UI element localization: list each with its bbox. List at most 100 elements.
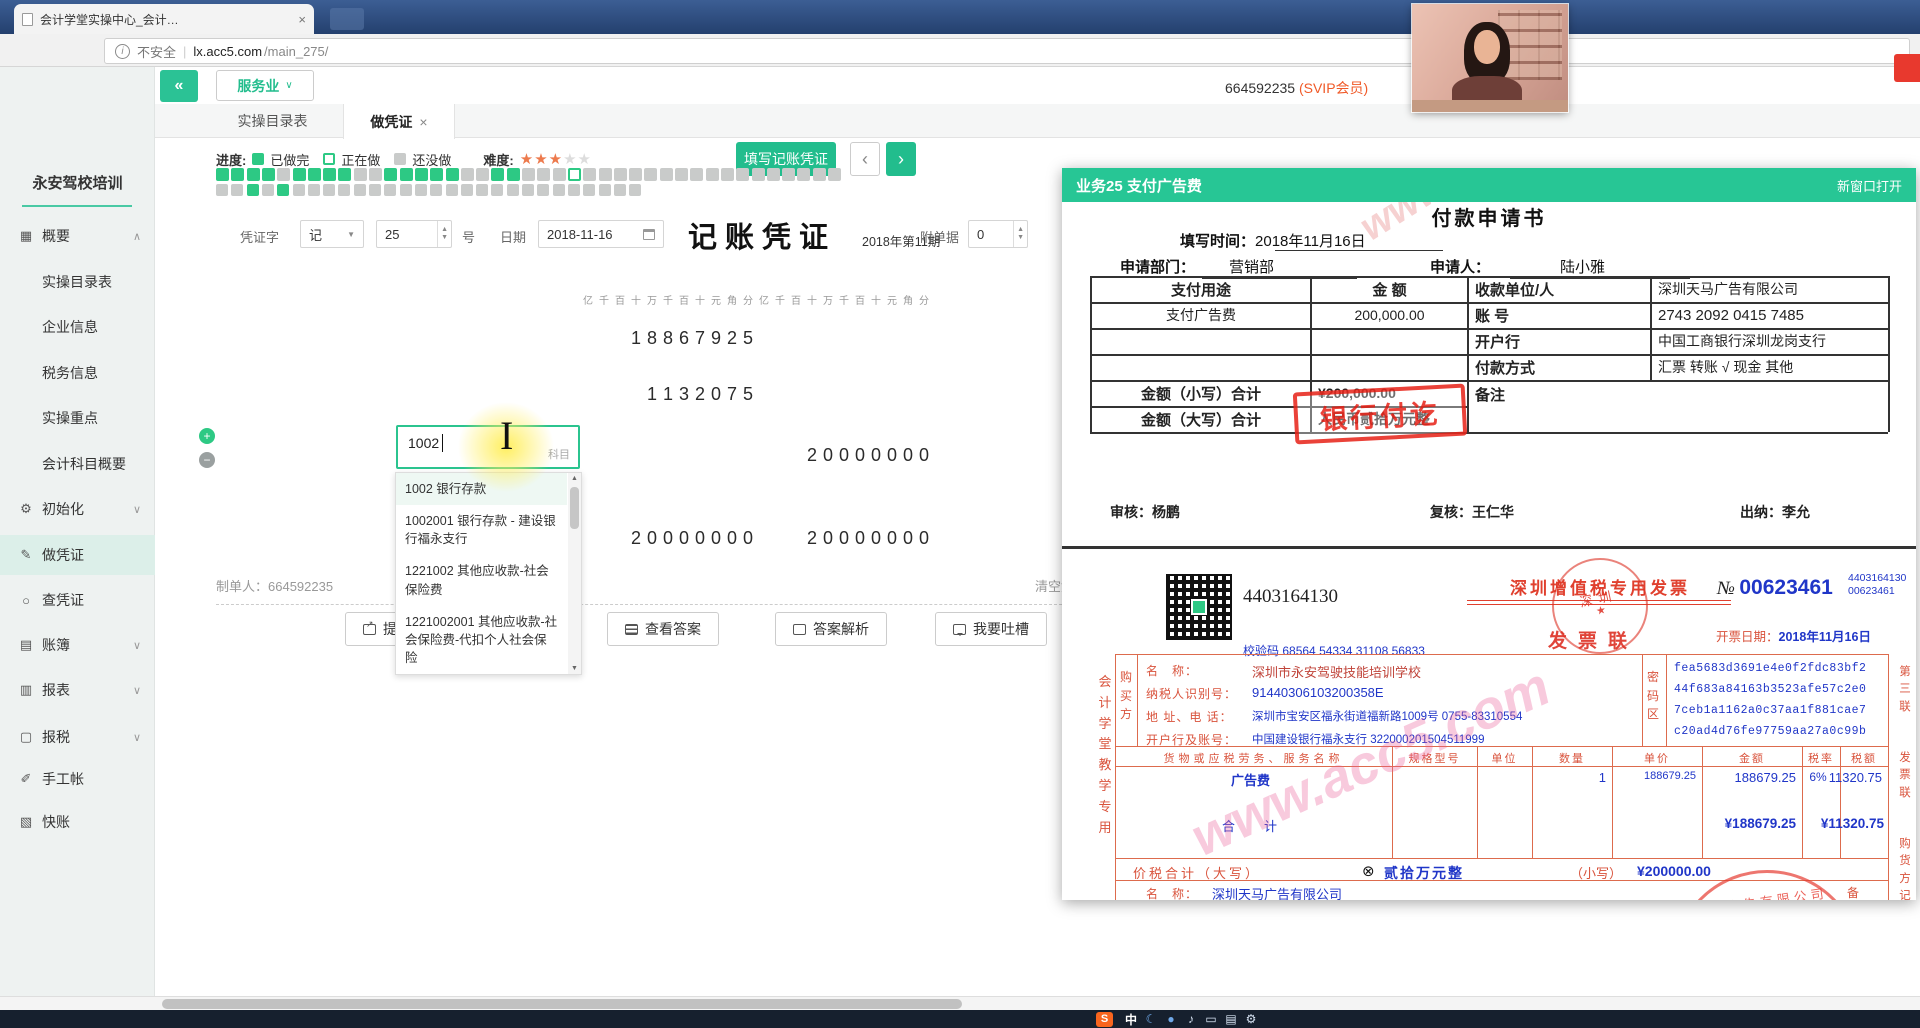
progress-square[interactable] <box>231 168 245 181</box>
progress-square[interactable] <box>598 168 612 181</box>
progress-square[interactable] <box>629 168 643 181</box>
sidebar-item-4[interactable]: 税务信息 <box>0 353 155 393</box>
attach-count-input[interactable]: 0 ▲ ▼ <box>968 220 1028 248</box>
progress-square[interactable] <box>338 168 352 181</box>
progress-square[interactable] <box>567 168 581 181</box>
progress-square[interactable] <box>537 168 551 181</box>
progress-square[interactable] <box>323 168 337 181</box>
moon-icon[interactable]: ☾ <box>1142 1011 1160 1027</box>
voucher-number-input[interactable]: 25 ▲ ▼ <box>376 220 452 248</box>
browser-tab[interactable]: 会计学堂实操中心_会计… × <box>14 4 314 34</box>
progress-square[interactable] <box>552 168 566 181</box>
dropdown-item-2[interactable]: 1002001 银行存款 - 建设银行福永支行 <box>396 505 567 555</box>
progress-square[interactable] <box>782 168 796 181</box>
progress-square[interactable] <box>292 168 306 181</box>
progress-square[interactable] <box>323 184 336 196</box>
remove-row-button[interactable]: − <box>199 452 215 468</box>
progress-square[interactable] <box>598 184 611 196</box>
number-spinner[interactable]: ▲ ▼ <box>437 221 451 247</box>
prev-voucher-button[interactable]: ‹ <box>850 142 880 176</box>
progress-square[interactable] <box>460 184 473 196</box>
progress-square[interactable] <box>828 168 841 181</box>
progress-square[interactable] <box>430 184 443 196</box>
tab-close-icon[interactable]: × <box>419 114 427 130</box>
progress-square[interactable] <box>751 168 765 181</box>
progress-square[interactable] <box>338 184 351 196</box>
progress-square[interactable] <box>445 168 459 181</box>
sidebar-item-8[interactable]: ✎ 做凭证 <box>0 535 155 575</box>
scrollbar-thumb[interactable] <box>162 999 962 1009</box>
tab-practice-catalog[interactable]: 实操目录表 <box>210 104 335 138</box>
progress-square[interactable] <box>476 168 490 181</box>
progress-square[interactable] <box>736 168 750 181</box>
progress-square[interactable] <box>659 168 673 181</box>
progress-square[interactable] <box>644 168 658 181</box>
progress-square[interactable] <box>720 168 734 181</box>
scroll-up-icon[interactable]: ▲ <box>568 475 581 482</box>
progress-square[interactable] <box>399 168 413 181</box>
sidebar-item-11[interactable]: ▥ 报表 ∨ <box>0 670 155 710</box>
scroll-thumb[interactable] <box>570 487 579 529</box>
progress-square[interactable] <box>476 184 489 196</box>
sidebar-item-13[interactable]: ✐ 手工帐 <box>0 759 155 799</box>
progress-square[interactable] <box>216 184 228 196</box>
voucher-word-select[interactable]: 记 ▼ <box>300 220 364 248</box>
add-row-button[interactable]: + <box>199 428 215 444</box>
progress-square[interactable] <box>506 184 519 196</box>
progress-square[interactable] <box>261 184 274 196</box>
dropdown-scrollbar[interactable]: ▲ ▼ <box>568 473 581 674</box>
webcam-overlay[interactable] <box>1412 4 1568 112</box>
progress-square[interactable] <box>705 168 719 181</box>
progress-square[interactable] <box>430 168 444 181</box>
scroll-down-icon[interactable]: ▼ <box>568 665 581 672</box>
progress-square[interactable] <box>261 168 275 181</box>
answer-button-3[interactable]: 答案解析 <box>775 612 887 646</box>
keyboard-icon[interactable]: ▭ <box>1202 1011 1220 1027</box>
answer-button-4[interactable]: 我要吐槽 <box>935 612 1047 646</box>
progress-square[interactable] <box>414 184 427 196</box>
dropdown-item-3[interactable]: 1221002 其他应收款-社会保险费 <box>396 555 567 605</box>
progress-square[interactable] <box>506 168 520 181</box>
progress-square[interactable] <box>307 184 320 196</box>
progress-square[interactable] <box>216 168 229 181</box>
tools-icon[interactable]: ⚙ <box>1242 1011 1260 1027</box>
tab-close-icon[interactable]: × <box>298 12 306 27</box>
progress-square[interactable] <box>491 184 504 196</box>
progress-square[interactable] <box>812 168 826 181</box>
progress-square[interactable] <box>629 184 642 196</box>
address-bar[interactable]: i 不安全 | lx.acc5.com/main_275/ <box>104 38 1910 64</box>
progress-square[interactable] <box>399 184 412 196</box>
ime-zh-icon[interactable]: 中 <box>1122 1011 1140 1027</box>
panel-header[interactable]: 业务25 支付广告费 新窗口打开 <box>1062 168 1916 202</box>
progress-square[interactable] <box>277 168 291 181</box>
progress-square[interactable] <box>292 184 305 196</box>
voucher-date-input[interactable]: 2018-11-16 <box>538 220 664 248</box>
info-icon[interactable]: i <box>115 43 130 59</box>
logout-button[interactable] <box>1894 54 1920 82</box>
tab-make-voucher[interactable]: 做凭证 × <box>343 104 455 139</box>
sidebar-item-6[interactable]: 会计科目概要 <box>0 444 155 484</box>
progress-square[interactable] <box>613 168 627 181</box>
sidebar-item-9[interactable]: ○ 查凭证 <box>0 580 155 620</box>
horizontal-scrollbar[interactable] <box>0 996 1920 1010</box>
progress-square[interactable] <box>690 168 704 181</box>
progress-square[interactable] <box>613 184 626 196</box>
progress-square[interactable] <box>277 184 290 196</box>
progress-square[interactable] <box>369 168 382 181</box>
progress-square[interactable] <box>369 184 381 196</box>
mic-icon[interactable]: ♪ <box>1182 1011 1200 1027</box>
sidebar-item-10[interactable]: ▤ 账簿 ∨ <box>0 625 155 665</box>
clipboard-icon[interactable]: ▤ <box>1222 1011 1240 1027</box>
dot-icon[interactable]: ● <box>1162 1011 1180 1027</box>
sidebar-item-5[interactable]: 实操重点 <box>0 398 155 438</box>
progress-square[interactable] <box>231 184 244 196</box>
sidebar-item-1[interactable]: ▦ 概要 ∧ <box>0 216 155 256</box>
progress-square[interactable] <box>522 168 535 181</box>
sidebar-item-2[interactable]: 实操目录表 <box>0 262 155 302</box>
progress-square[interactable] <box>522 184 534 196</box>
open-new-window-link[interactable]: 新窗口打开 <box>1837 176 1902 195</box>
dropdown-item-4[interactable]: 1221002001 其他应收款-社会保险费-代扣个人社会保险 <box>396 606 567 674</box>
progress-square[interactable] <box>583 168 597 181</box>
progress-square[interactable] <box>353 184 366 196</box>
sogou-icon[interactable]: S <box>1096 1011 1113 1027</box>
